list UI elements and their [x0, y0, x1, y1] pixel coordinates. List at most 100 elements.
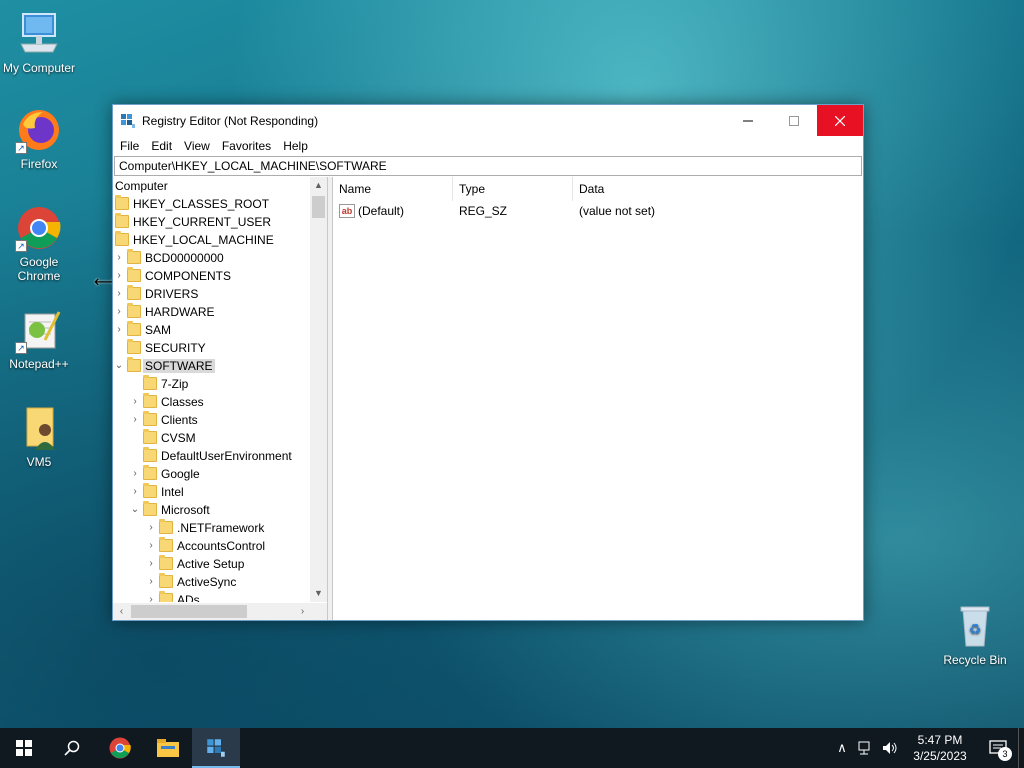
chevron-right-icon[interactable]: ›	[130, 486, 140, 498]
chevron-right-icon[interactable]: ›	[114, 288, 124, 300]
scroll-left-icon[interactable]: ‹	[113, 603, 130, 620]
volume-icon[interactable]	[878, 728, 902, 768]
tree-node-label: Active Setup	[177, 557, 245, 571]
chevron-down-icon[interactable]: ⌄	[130, 504, 140, 516]
tree-node[interactable]: DefaultUserEnvironment	[113, 447, 310, 465]
address-bar[interactable]: Computer\HKEY_LOCAL_MACHINE\SOFTWARE	[114, 156, 862, 176]
registry-editor-window[interactable]: Registry Editor (Not Responding) File Ed…	[112, 104, 864, 621]
chevron-right-icon[interactable]: ›	[114, 270, 124, 282]
show-desktop-button[interactable]	[1018, 728, 1024, 768]
tree-node[interactable]: HKEY_LOCAL_MACHINE	[113, 231, 310, 249]
folder-icon	[159, 519, 173, 534]
tree-node[interactable]: HKEY_CURRENT_USER	[113, 213, 310, 231]
menu-help[interactable]: Help	[277, 139, 314, 153]
taskbar-regedit[interactable]	[192, 728, 240, 768]
scroll-thumb[interactable]	[131, 605, 247, 618]
desktop-icon-vm5[interactable]: VM5	[0, 404, 78, 469]
close-button[interactable]	[817, 105, 863, 136]
tree-node[interactable]: › Google	[113, 465, 310, 483]
tree-node[interactable]: ⌄ Microsoft	[113, 501, 310, 519]
chevron-down-icon[interactable]: ⌄	[114, 360, 124, 372]
folder-icon	[159, 555, 173, 570]
column-type[interactable]: Type	[453, 176, 573, 201]
start-button[interactable]	[0, 728, 48, 768]
tree-node[interactable]: › Intel	[113, 483, 310, 501]
tree-node-label: HKEY_CURRENT_USER	[133, 215, 272, 229]
scroll-down-icon[interactable]: ▼	[310, 585, 327, 602]
chevron-right-icon[interactable]: ›	[146, 522, 156, 534]
folder-icon	[159, 573, 173, 588]
folder-icon	[159, 537, 173, 552]
menu-favorites[interactable]: Favorites	[216, 139, 277, 153]
tree-node[interactable]: › Classes	[113, 393, 310, 411]
action-center-button[interactable]: 3	[978, 728, 1018, 768]
chevron-right-icon[interactable]: ›	[146, 594, 156, 602]
chevron-right-icon[interactable]: ›	[130, 414, 140, 426]
tree-horizontal-scrollbar[interactable]: ‹ ›	[113, 603, 327, 620]
tree-node[interactable]: › .NETFramework	[113, 519, 310, 537]
title-bar[interactable]: Registry Editor (Not Responding)	[113, 105, 863, 136]
tree-node[interactable]: › ActiveSync	[113, 573, 310, 591]
menu-file[interactable]: File	[114, 139, 145, 153]
taskbar-file-explorer[interactable]	[144, 728, 192, 768]
tree-node[interactable]: › DRIVERS	[113, 285, 310, 303]
tree-node[interactable]: HKEY_CLASSES_ROOT	[113, 195, 310, 213]
tree-node[interactable]: ⌄ SOFTWARE	[113, 357, 310, 375]
computer-icon	[15, 10, 63, 58]
desktop-icon-firefox[interactable]: ↗ Firefox	[0, 106, 78, 171]
chevron-right-icon[interactable]: ›	[114, 252, 124, 264]
desktop-icon-chrome[interactable]: ↗ Google Chrome	[0, 204, 78, 283]
chevron-right-icon[interactable]: ›	[114, 324, 124, 336]
tree-node[interactable]: CVSM	[113, 429, 310, 447]
tree-node-label: DefaultUserEnvironment	[161, 449, 292, 463]
show-hidden-icons-icon[interactable]: ∧	[830, 728, 854, 768]
column-data[interactable]: Data	[573, 177, 713, 201]
desktop-icon-my-computer[interactable]: My Computer	[0, 10, 78, 75]
menu-edit[interactable]: Edit	[145, 139, 178, 153]
desktop-icon-recycle-bin[interactable]: ♻ Recycle Bin	[936, 602, 1014, 667]
shortcut-arrow-icon: ↗	[15, 240, 27, 252]
scroll-up-icon[interactable]: ▲	[310, 177, 327, 194]
tree-node[interactable]: › SAM	[113, 321, 310, 339]
value-row[interactable]: ab (Default) REG_SZ (value not set)	[333, 201, 863, 221]
tree-node[interactable]: › COMPONENTS	[113, 267, 310, 285]
minimize-button[interactable]	[725, 105, 771, 136]
regedit-icon	[120, 113, 136, 129]
scroll-thumb[interactable]	[312, 196, 325, 218]
column-name[interactable]: Name	[333, 176, 453, 201]
chevron-right-icon[interactable]: ›	[146, 576, 156, 588]
registry-tree[interactable]: Computer HKEY_CLASSES_ROOT HKEY_CURRENT_US…	[113, 177, 328, 620]
tree-node[interactable]: 7-Zip	[113, 375, 310, 393]
chevron-right-icon[interactable]: ›	[146, 540, 156, 552]
tree-node[interactable]: Computer	[113, 177, 310, 195]
tree-node[interactable]: › AccountsControl	[113, 537, 310, 555]
clock[interactable]: 5:47 PM 3/25/2023	[902, 732, 978, 764]
tree-node[interactable]: SECURITY	[113, 339, 310, 357]
chevron-right-icon[interactable]: ›	[130, 396, 140, 408]
chevron-right-icon[interactable]: ›	[146, 558, 156, 570]
maximize-button[interactable]	[771, 105, 817, 136]
tree-node-label: SOFTWARE	[143, 359, 215, 373]
tree-node-label: Classes	[161, 395, 204, 409]
tree-node[interactable]: › Active Setup	[113, 555, 310, 573]
taskbar-chrome[interactable]	[96, 728, 144, 768]
menu-view[interactable]: View	[178, 139, 216, 153]
desktop-icon-label: VM5	[26, 455, 52, 469]
chevron-right-icon[interactable]: ›	[130, 468, 140, 480]
scroll-right-icon[interactable]: ›	[294, 603, 311, 620]
tree-node[interactable]: › BCD00000000	[113, 249, 310, 267]
tree-node[interactable]: › Clients	[113, 411, 310, 429]
chevron-right-icon[interactable]: ›	[114, 306, 124, 318]
tree-node-label: ADs	[177, 593, 200, 602]
folder-icon	[127, 321, 141, 336]
tree-vertical-scrollbar[interactable]: ▲ ▼	[310, 177, 327, 602]
chrome-icon: ↗	[15, 204, 63, 252]
svg-text:♻: ♻	[969, 622, 982, 638]
tree-node[interactable]: › ADs	[113, 591, 310, 602]
search-button[interactable]	[48, 728, 96, 768]
values-list[interactable]: Name Type Data ab (Default) REG_SZ (value…	[333, 176, 863, 620]
tree-node[interactable]: › HARDWARE	[113, 303, 310, 321]
desktop-icon-notepadpp[interactable]: ↗ Notepad++	[0, 306, 78, 371]
network-icon[interactable]	[854, 728, 878, 768]
desktop-icon-label: Notepad++	[9, 357, 69, 371]
